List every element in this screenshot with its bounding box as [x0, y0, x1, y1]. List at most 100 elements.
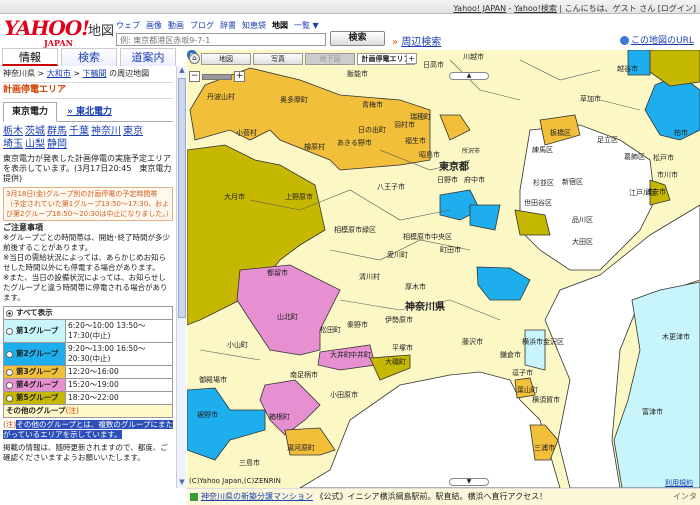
scroll-thumb[interactable] — [178, 78, 186, 318]
zoom-in-button[interactable]: + — [234, 71, 245, 82]
group-3-option[interactable]: 第3グループ — [3, 365, 66, 379]
search-button[interactable]: 検索 — [330, 31, 385, 46]
group-times: 18:20～22:00 — [65, 391, 173, 405]
note: (注)その他のグループとは、複数のグループにまたがっているエリアを示しています。 — [3, 420, 173, 440]
nav-list[interactable]: 一覧 ▼ — [294, 20, 319, 31]
terms-link[interactable]: 利用規約 — [665, 478, 693, 488]
power-company-tabs: 東京電力» 東北電力 — [3, 102, 173, 122]
map-label: 八王子市 — [377, 183, 405, 191]
tab-tepco[interactable]: 東京電力 — [3, 102, 58, 122]
prefecture-links: 栃木 茨城 群馬 千葉 神奈川 東京埼玉 山梨 静岡 — [3, 125, 173, 151]
pref-kanagawa[interactable]: 神奈川 — [91, 126, 121, 137]
map-label: 日高市 — [423, 61, 444, 69]
map-label: 秦野市 — [347, 321, 368, 329]
nav-chiebukuro[interactable]: 知恵袋 — [242, 20, 266, 31]
map-label: 足立区 — [597, 136, 618, 144]
map-url-label: この地図のURL — [631, 36, 694, 46]
ad-link[interactable]: 神奈川県の新築分譲マンション — [201, 492, 313, 501]
tab-search[interactable]: 検索 — [61, 48, 117, 66]
expand-icon[interactable]: + — [406, 53, 417, 64]
group-times: 6:20～10:00 13:50～17:30(中止) — [65, 319, 173, 343]
group-1-option[interactable]: 第1グループ — [3, 319, 66, 343]
map-label: 柏市 — [674, 129, 688, 137]
group-row: 第5グループ 18:20～22:00 — [3, 391, 173, 405]
nav-blog[interactable]: ブログ — [190, 20, 214, 31]
panel-scrollbar[interactable]: ▲ ▼ — [176, 66, 186, 488]
pref-ibaraki[interactable]: 茨城 — [25, 126, 45, 137]
update-note: 掲載の情報は、随時更新されますので、都度、ご確認くださいますようお願いいたします… — [3, 443, 168, 462]
pref-chiba[interactable]: 千葉 — [69, 126, 89, 137]
side-tabs: 情報 検索 道案内 — [0, 48, 176, 66]
tab-info[interactable]: 情報 — [2, 48, 58, 66]
map-label: 越谷市 — [617, 65, 638, 73]
tab-directions[interactable]: 道案内 — [120, 48, 176, 66]
map-url-link[interactable]: この地図のURL — [620, 33, 694, 46]
crumb-yamato[interactable]: 大和市 — [47, 69, 71, 78]
map-label: 東京都 — [439, 162, 469, 173]
other-group-row: その他のグループ(注) — [3, 404, 173, 418]
pref-yamanashi[interactable]: 山梨 — [25, 139, 45, 150]
pref-shizuoka[interactable]: 静岡 — [47, 139, 67, 150]
map-label: 裾野市 — [197, 411, 218, 419]
group-row: 第2グループ 9:20～13:00 16:50～20:30(中止) — [3, 342, 173, 366]
nav-web[interactable]: ウェブ — [116, 20, 140, 31]
nav-video[interactable]: 動画 — [168, 20, 184, 31]
group-row: 第4グループ 15:20～19:00 — [3, 378, 173, 392]
group-2-option[interactable]: 第2グループ — [3, 342, 66, 366]
yahoo-search-link[interactable]: Yahoo!検索 — [514, 4, 557, 13]
home-icon[interactable]: ⌂ — [189, 53, 200, 64]
caution-item: ※また、当日の設備状況によっては、お知らせしたグループと違う時間帯に停電される場… — [3, 273, 168, 302]
yahoo-logo[interactable]: YAHOO! JAPAN — [4, 16, 90, 48]
group-5-option[interactable]: 第5グループ — [3, 391, 66, 405]
group-name: 第1グループ — [16, 326, 59, 335]
pref-saitama[interactable]: 埼玉 — [3, 139, 23, 150]
nearby-search-link[interactable]: » 周辺検索 — [392, 33, 441, 48]
logo-text: YAHOO! — [4, 16, 90, 40]
pan-down-button[interactable]: ▼ — [449, 478, 489, 486]
map-label: 湯河原町 — [287, 444, 315, 452]
map-label: 大磯町 — [385, 358, 406, 366]
other-group-label: その他のグループ — [6, 406, 66, 415]
search-input[interactable]: 例: 東京都港区赤坂9-7-1 — [116, 33, 326, 46]
map-tab-photo[interactable]: 写真 — [253, 53, 303, 65]
tab-tohoku[interactable]: » 東北電力 — [57, 102, 122, 121]
pan-up-button[interactable]: ▲ — [449, 72, 489, 80]
map-label: 木更津市 — [662, 333, 690, 341]
map-label: 瑞穂町 — [410, 113, 431, 121]
group-4-option[interactable]: 第4グループ — [3, 378, 66, 392]
group-name: 第5グループ — [16, 393, 59, 402]
map-label: 藤沢市 — [462, 338, 483, 346]
crumb-suffix: の周辺地図 — [109, 69, 150, 78]
service-nav: ウェブ 画像 動画 ブログ 辞書 知恵袋 地図 一覧 ▼ — [116, 20, 319, 31]
nearby-label: 周辺検索 — [401, 37, 442, 48]
group-times: 12:20～16:00 — [65, 365, 173, 379]
nav-map[interactable]: 地図 — [272, 20, 288, 31]
map-label: 富津市 — [642, 408, 663, 416]
zoom-out-button[interactable]: − — [189, 71, 200, 82]
scroll-down-icon[interactable]: ▼ — [177, 478, 187, 488]
map-label: 相模原市中央区 — [403, 233, 452, 241]
map-label: 御殿場市 — [199, 376, 227, 384]
pref-tokyo[interactable]: 東京 — [123, 126, 143, 137]
map-label: 杉並区 — [533, 179, 554, 187]
map-label: 大井町 — [330, 351, 351, 359]
pref-tochigi[interactable]: 栃木 — [3, 126, 23, 137]
ad-bar: 神奈川県の新築分譲マンション 《公式》イニシア横浜綱島駅前。駅直結。横浜へ直行ア… — [187, 488, 700, 505]
crumb-kanagawa: 神奈川県 — [3, 69, 35, 78]
crumb-sep: > — [73, 69, 81, 78]
map-label: 南足柄市 — [290, 371, 318, 379]
nav-image[interactable]: 画像 — [146, 20, 162, 31]
nav-dictionary[interactable]: 辞書 — [220, 20, 236, 31]
scroll-up-icon[interactable]: ▲ — [177, 66, 187, 76]
logo-sub: JAPAN — [44, 38, 73, 48]
map-tab-map[interactable]: 地図 — [201, 53, 251, 65]
radio-icon — [6, 368, 13, 376]
zoom-slider[interactable] — [202, 73, 232, 80]
yahoo-japan-link[interactable]: Yahoo! JAPAN — [453, 4, 506, 13]
map-label: 鎌倉市 — [500, 351, 521, 359]
map-label: 上野原市 — [285, 193, 313, 201]
show-all-option[interactable]: すべて表示 — [3, 306, 173, 320]
crumb-shimotsuruma[interactable]: 下鶴間 — [83, 69, 107, 78]
pref-gunma[interactable]: 群馬 — [47, 126, 67, 137]
map-canvas[interactable]: 丹波山村 奥多摩町 青梅市 小菅村 檜原村 あきる野市 日の出町 羽村市 瑞穂町… — [187, 50, 700, 488]
